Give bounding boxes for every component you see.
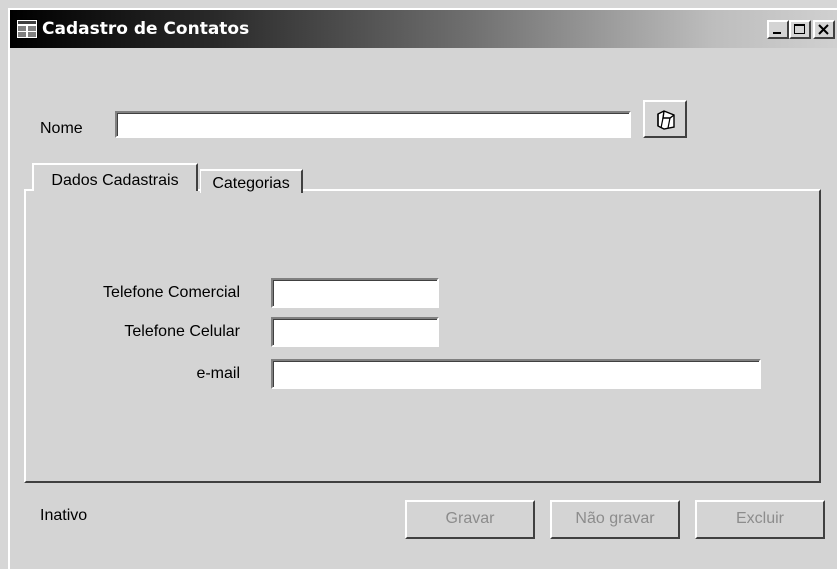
- window-title: Cadastro de Contatos: [42, 19, 250, 39]
- nao-gravar-button[interactable]: Não gravar: [550, 500, 680, 539]
- tab-label: Categorias: [212, 175, 290, 192]
- telefone-comercial-label: Telefone Comercial: [103, 284, 240, 301]
- maximize-icon: [794, 24, 805, 34]
- nome-input[interactable]: [117, 113, 629, 136]
- email-field[interactable]: [271, 359, 761, 389]
- telefone-celular-input[interactable]: [273, 319, 437, 345]
- browse-button[interactable]: [643, 100, 687, 138]
- close-button[interactable]: [813, 20, 835, 39]
- telefone-comercial-input[interactable]: [273, 280, 437, 306]
- telefone-celular-field[interactable]: [271, 317, 439, 347]
- minimize-icon: [773, 32, 781, 34]
- tab-label: Dados Cadastrais: [51, 172, 179, 189]
- maximize-button[interactable]: [789, 20, 811, 39]
- telefone-celular-label: Telefone Celular: [124, 323, 240, 340]
- nome-label: Nome: [40, 120, 83, 137]
- title-bar[interactable]: Cadastro de Contatos: [10, 10, 837, 48]
- gravar-button[interactable]: Gravar: [405, 500, 535, 539]
- tab-dados-cadastrais[interactable]: Dados Cadastrais: [32, 163, 198, 191]
- close-icon: [818, 24, 829, 35]
- form-icon: [16, 19, 38, 39]
- telefone-comercial-field[interactable]: [271, 278, 439, 308]
- email-label: e-mail: [196, 365, 240, 382]
- excluir-button[interactable]: Excluir: [695, 500, 825, 539]
- tab-categorias[interactable]: Categorias: [200, 169, 303, 193]
- nome-field[interactable]: [115, 111, 631, 138]
- email-input[interactable]: [273, 361, 759, 387]
- status-label: Inativo: [40, 507, 88, 524]
- folder-open-icon: [657, 110, 675, 130]
- minimize-button[interactable]: [767, 20, 789, 39]
